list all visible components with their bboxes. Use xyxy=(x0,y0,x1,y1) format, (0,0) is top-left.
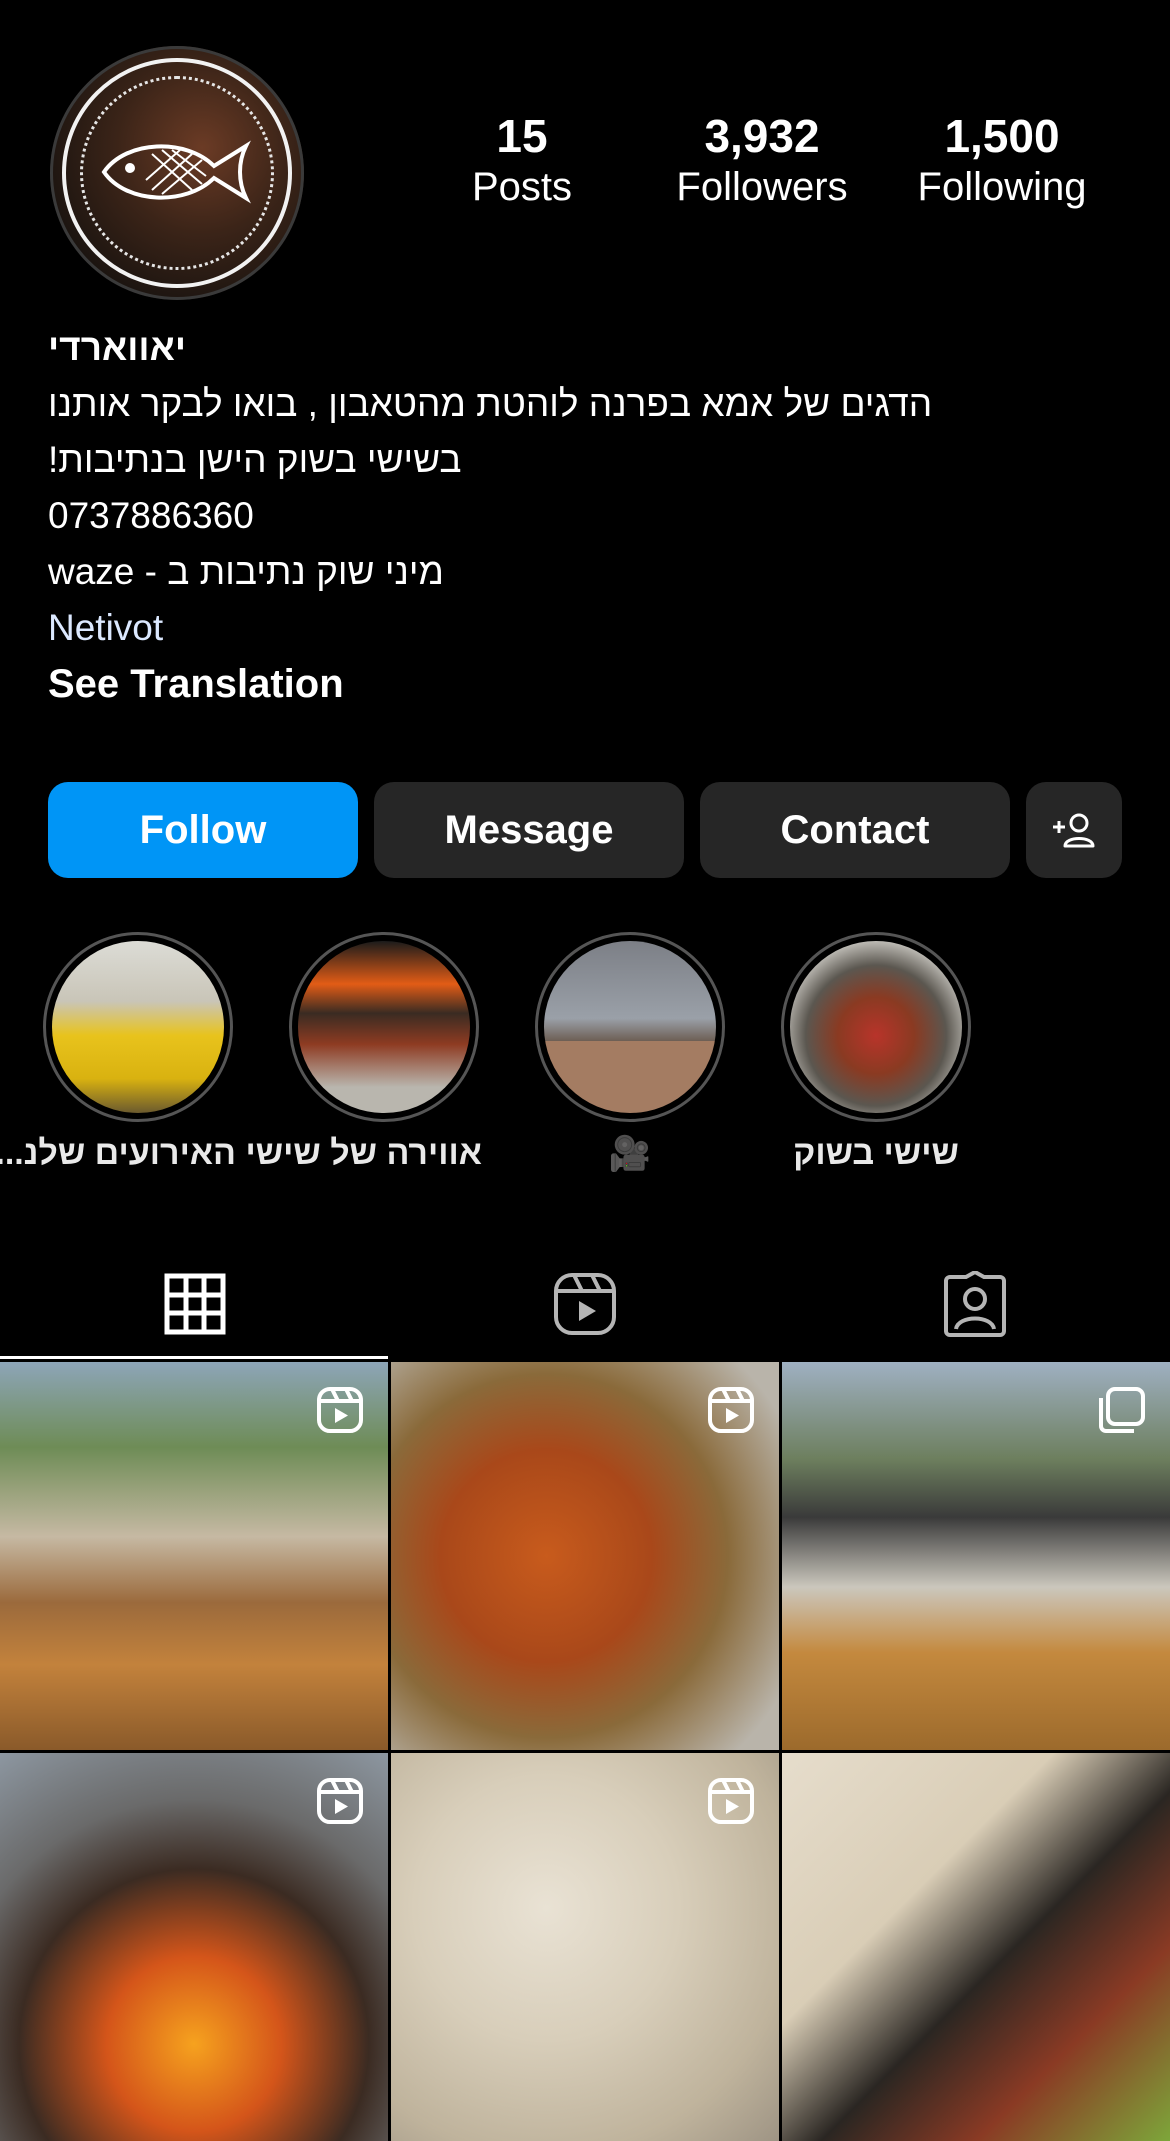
highlight-label: אווירה של שישי xyxy=(245,1134,482,1172)
posts-number: 15 xyxy=(496,110,548,162)
grid-icon xyxy=(164,1273,226,1335)
followers-number: 3,932 xyxy=(704,110,820,162)
highlight-events[interactable]: האירועים שלנ... xyxy=(0,932,236,1173)
active-tab-indicator xyxy=(0,1356,388,1359)
tab-grid[interactable] xyxy=(0,1248,390,1360)
post-tile[interactable] xyxy=(391,1362,779,1750)
reels-icon xyxy=(554,1273,616,1335)
followers-count[interactable]: 3,932 Followers xyxy=(652,110,872,211)
carousel-badge-icon xyxy=(1099,1387,1145,1433)
profile-name: יאווארדי xyxy=(48,327,186,368)
fish-logo-icon xyxy=(101,140,251,204)
following-count[interactable]: 1,500 Following xyxy=(892,110,1112,211)
post-tile[interactable] xyxy=(0,1362,388,1750)
following-number: 1,500 xyxy=(944,110,1060,162)
bio-link[interactable]: Netivot xyxy=(48,600,1128,656)
highlight-label: שישי בשוק xyxy=(793,1134,959,1172)
highlight-cover xyxy=(52,941,224,1113)
tab-tagged[interactable] xyxy=(780,1248,1170,1360)
highlight-video[interactable]: 🎥 xyxy=(532,932,728,1174)
highlight-cover xyxy=(544,941,716,1113)
highlight-label: 🎥 xyxy=(608,1135,652,1173)
suggested-users-button[interactable] xyxy=(1026,782,1122,878)
message-button[interactable]: Message xyxy=(374,782,684,878)
highlight-label: האירועים שלנ... xyxy=(0,1134,236,1172)
bio-line-1: הדגים של אמא בפרנה לוהטת מהטאבון , בואו … xyxy=(48,383,933,424)
profile-avatar[interactable] xyxy=(50,46,304,300)
bio-line-4: מיני שוק נתיבות ב - waze xyxy=(48,551,444,592)
highlight-atmosphere[interactable]: אווירה של שישי xyxy=(245,932,482,1173)
contact-button[interactable]: Contact xyxy=(700,782,1010,878)
highlight-ring xyxy=(43,932,233,1122)
highlight-ring xyxy=(289,932,479,1122)
reel-badge-icon xyxy=(317,1778,363,1824)
follow-button[interactable]: Follow xyxy=(48,782,358,878)
reel-badge-icon xyxy=(708,1778,754,1824)
reel-badge-icon xyxy=(317,1387,363,1433)
profile-bio: יאווארדי הדגים של אמא בפרנה לוהטת מהטאבו… xyxy=(48,320,1128,712)
bio-line-2: בשישי בשוק הישן בנתיבות! xyxy=(48,439,462,480)
tab-reels[interactable] xyxy=(390,1248,780,1360)
post-tile[interactable] xyxy=(782,1753,1170,2141)
highlight-ring xyxy=(535,932,725,1122)
highlight-cover xyxy=(298,941,470,1113)
posts-label: Posts xyxy=(471,164,573,209)
post-tile[interactable] xyxy=(782,1362,1170,1750)
highlight-cover xyxy=(790,941,962,1113)
tagged-icon xyxy=(944,1271,1006,1337)
followers-label: Followers xyxy=(676,164,848,209)
post-tile[interactable] xyxy=(0,1753,388,2141)
highlight-shishi-bashuk[interactable]: שישי בשוק xyxy=(778,932,974,1173)
bio-phone: 0737886360 xyxy=(48,495,254,536)
add-person-icon xyxy=(1053,813,1095,848)
reel-badge-icon xyxy=(708,1387,754,1433)
highlight-ring xyxy=(781,932,971,1122)
following-label: Following xyxy=(917,164,1087,209)
posts-count[interactable]: 15 Posts xyxy=(412,110,632,211)
see-translation-link[interactable]: See Translation xyxy=(48,656,1128,712)
post-tile[interactable] xyxy=(391,1753,779,2141)
